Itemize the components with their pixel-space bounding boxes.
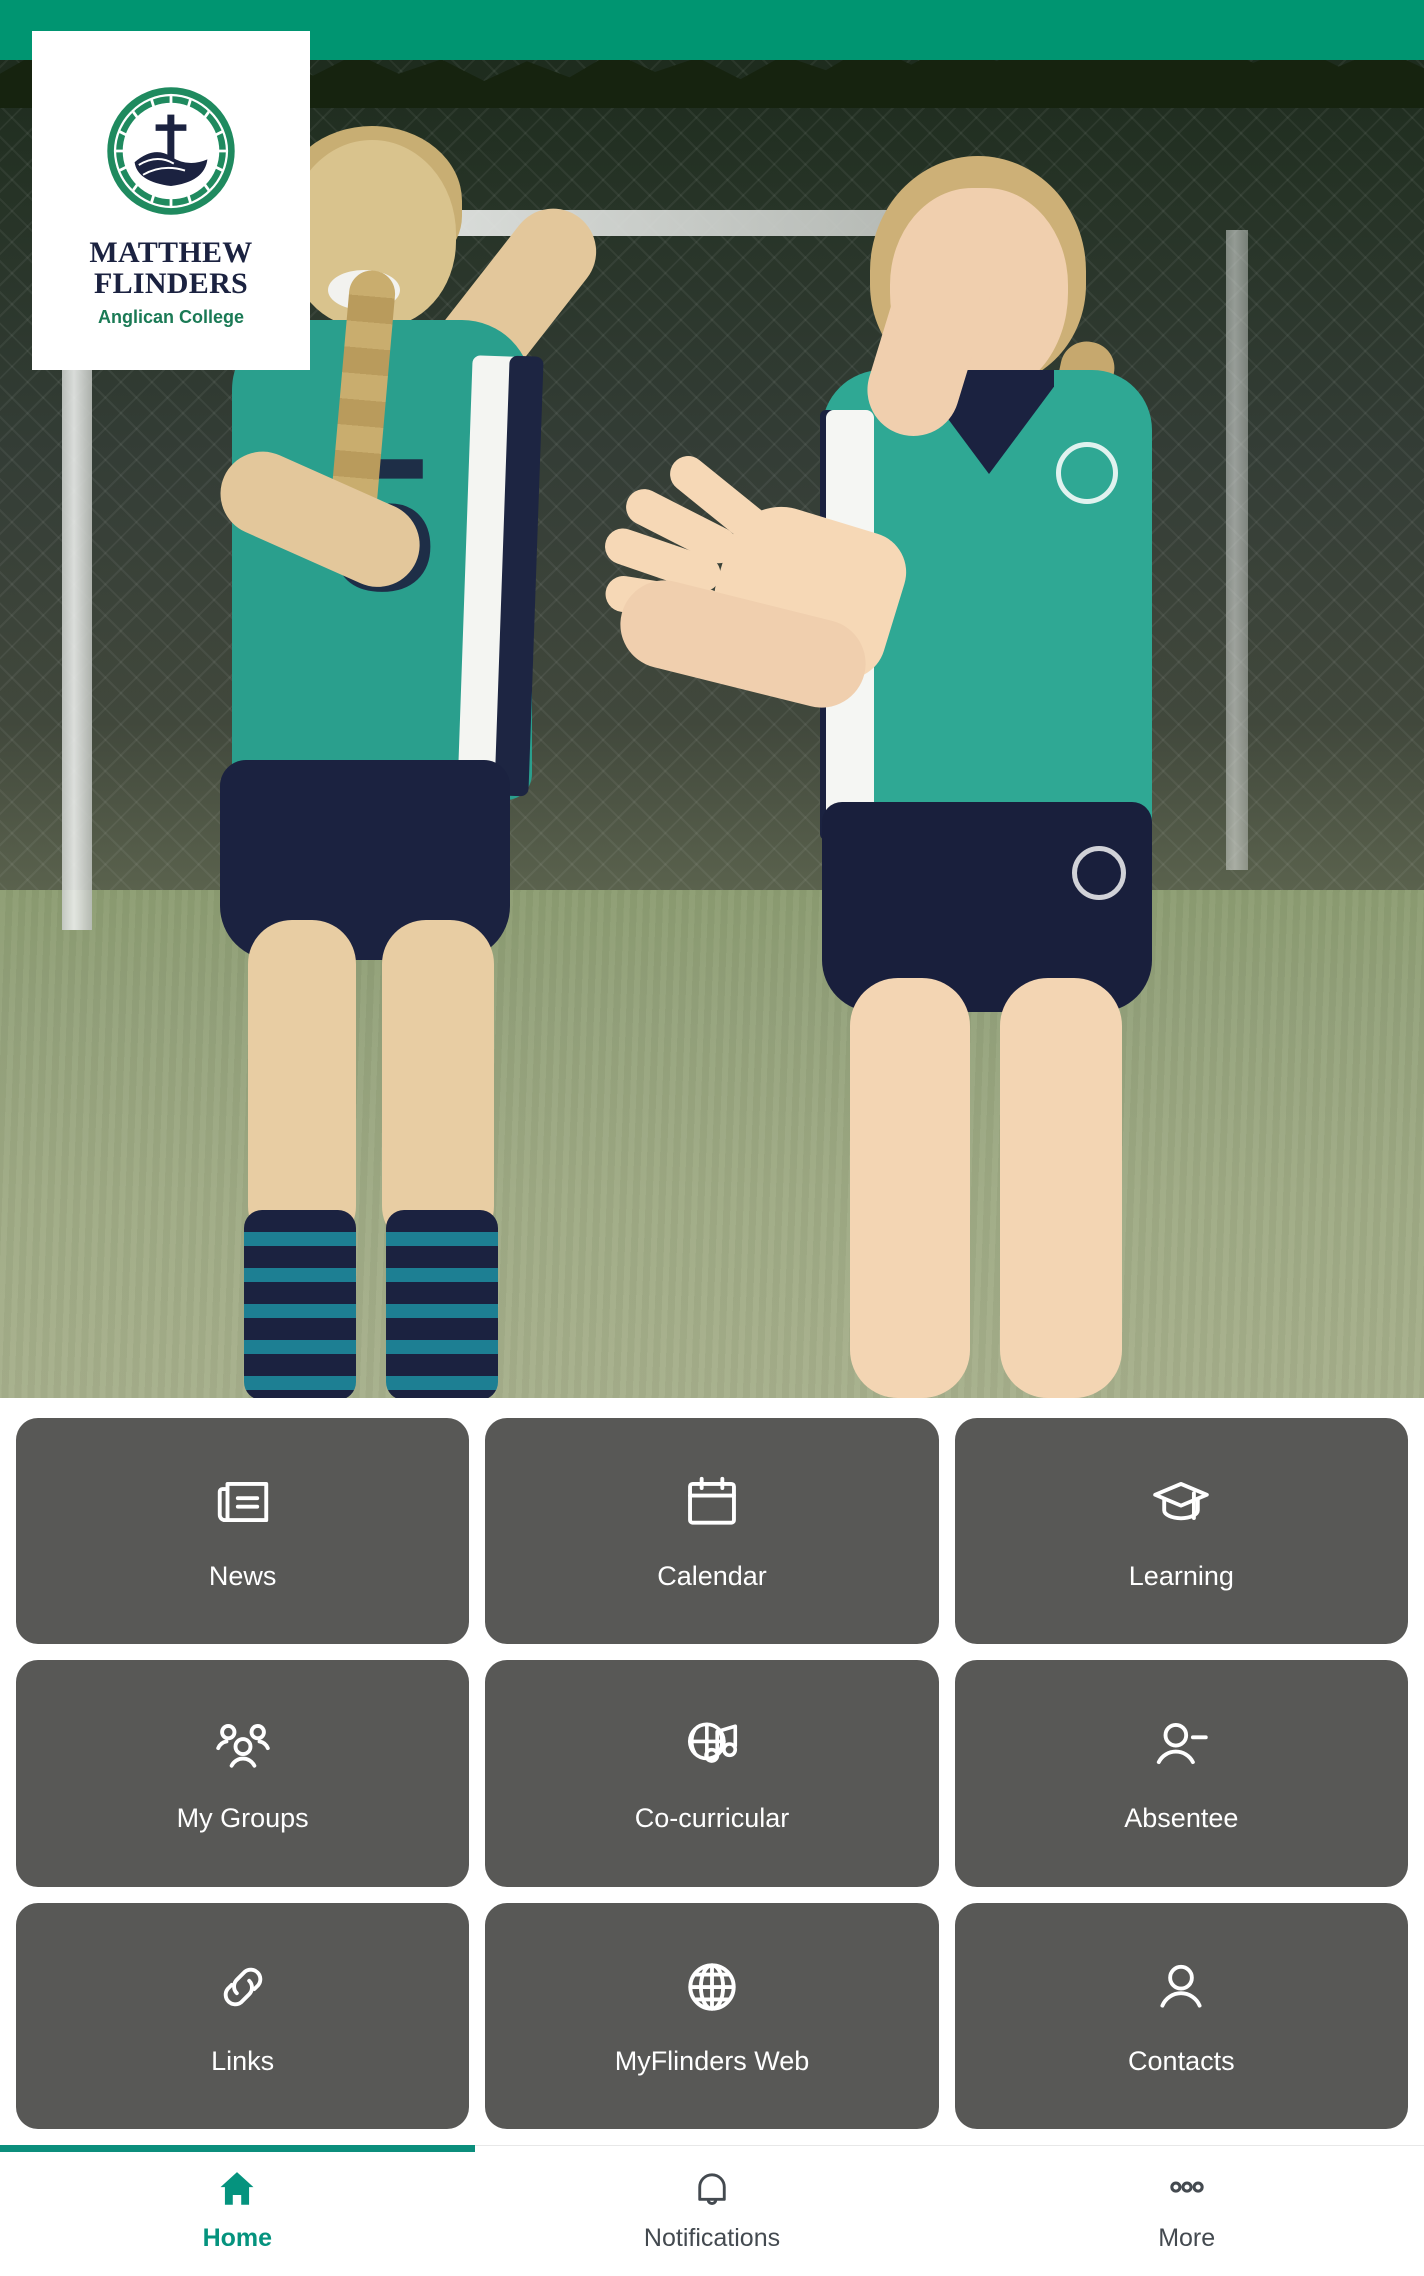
user-icon bbox=[1150, 1956, 1212, 2018]
nav-item-more[interactable]: More bbox=[949, 2166, 1424, 2276]
chain-link-icon bbox=[212, 1956, 274, 2018]
goal-post-right bbox=[1226, 230, 1248, 870]
tile-label: Contacts bbox=[1128, 2045, 1235, 2076]
logo-title-line2: FLINDERS bbox=[93, 267, 249, 300]
school-crest-icon bbox=[101, 81, 241, 221]
tile-label: Calendar bbox=[657, 1561, 767, 1592]
tile-myflinders-web[interactable]: MyFlinders Web bbox=[485, 1902, 939, 2129]
tile-contacts[interactable]: Contacts bbox=[954, 1902, 1408, 2129]
tile-label: MyFlinders Web bbox=[614, 2045, 810, 2076]
tile-label: News bbox=[208, 1561, 277, 1592]
bottom-nav: Home Notifications More bbox=[0, 2145, 1424, 2276]
tile-label: Co-curricular bbox=[634, 1803, 790, 1834]
people-group-icon bbox=[212, 1713, 274, 1775]
tile-label: My Groups bbox=[176, 1803, 309, 1834]
school-logo-card[interactable]: MATTHEW FLINDERS Anglican College bbox=[32, 31, 310, 370]
quick-links-grid: News Calendar Learning My Groups Co-curr… bbox=[0, 1398, 1424, 2145]
bottom-nav-wrapper: Home Notifications More bbox=[0, 2145, 1424, 2276]
tile-label: Links bbox=[211, 2045, 275, 2076]
tile-learning[interactable]: Learning bbox=[954, 1418, 1408, 1645]
tile-label: Learning bbox=[1128, 1561, 1234, 1592]
nav-item-notifications[interactable]: Notifications bbox=[475, 2166, 950, 2276]
tile-co-curricular[interactable]: Co-curricular bbox=[485, 1660, 939, 1887]
ellipsis-icon bbox=[1164, 2166, 1210, 2212]
basketball-music-icon bbox=[681, 1713, 743, 1775]
globe-icon bbox=[681, 1956, 743, 2018]
logo-subtitle: Anglican College bbox=[97, 307, 245, 327]
tile-links[interactable]: Links bbox=[16, 1902, 470, 2129]
tile-label: Absentee bbox=[1124, 1803, 1239, 1834]
nav-item-home[interactable]: Home bbox=[0, 2166, 475, 2276]
graduation-cap-icon bbox=[1150, 1471, 1212, 1533]
home-icon bbox=[214, 2166, 260, 2212]
nav-label: More bbox=[1158, 2224, 1216, 2252]
active-tab-indicator bbox=[0, 2145, 475, 2152]
tile-calendar[interactable]: Calendar bbox=[485, 1418, 939, 1645]
logo-title-line1: MATTHEW bbox=[89, 236, 253, 269]
bell-icon bbox=[689, 2166, 735, 2212]
student-right bbox=[600, 130, 1170, 1398]
app-root: 5 bbox=[0, 0, 1424, 2276]
calendar-icon bbox=[681, 1471, 743, 1533]
newspaper-icon bbox=[212, 1471, 274, 1533]
tile-absentee[interactable]: Absentee bbox=[954, 1660, 1408, 1887]
nav-label: Notifications bbox=[643, 2224, 781, 2252]
user-minus-icon bbox=[1150, 1713, 1212, 1775]
tile-my-groups[interactable]: My Groups bbox=[16, 1660, 470, 1887]
tile-news[interactable]: News bbox=[16, 1418, 470, 1645]
hero-banner: 5 bbox=[0, 0, 1424, 1398]
nav-label: Home bbox=[202, 2224, 273, 2252]
